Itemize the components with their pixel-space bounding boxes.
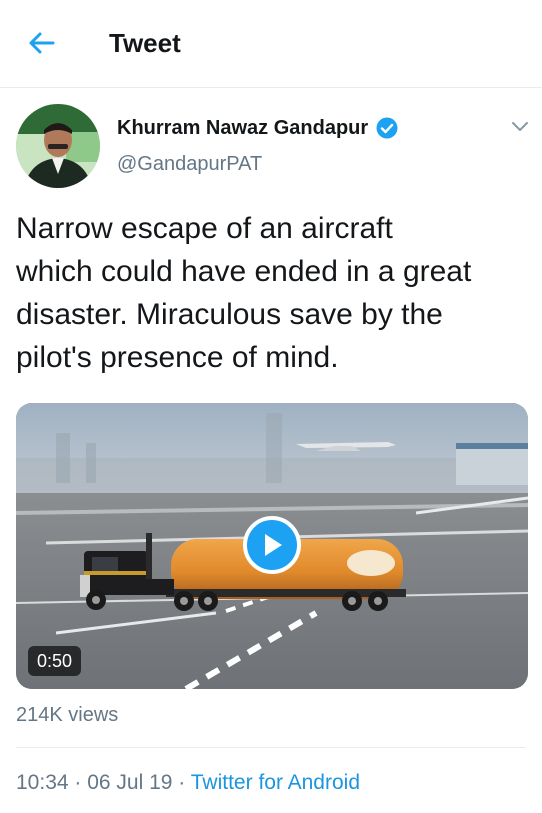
play-icon bbox=[265, 534, 282, 556]
author-avatar[interactable] bbox=[16, 104, 100, 188]
tweet-source-link[interactable]: Twitter for Android bbox=[191, 771, 360, 794]
verified-badge-icon bbox=[376, 117, 398, 139]
play-button[interactable] bbox=[243, 516, 301, 574]
page-title: Tweet bbox=[109, 28, 181, 58]
chevron-down-icon bbox=[512, 122, 528, 131]
view-count[interactable]: 214K views bbox=[16, 704, 118, 727]
meta-separator: · bbox=[172, 771, 191, 794]
author-name[interactable]: Khurram Nawaz Gandapur bbox=[117, 117, 368, 140]
meta-separator: · bbox=[68, 771, 88, 794]
tweet-date: 06 Jul 19 bbox=[87, 771, 173, 794]
video-duration-badge: 0:50 bbox=[28, 646, 82, 676]
back-button[interactable] bbox=[24, 26, 58, 60]
author-handle[interactable]: @GandapurPAT bbox=[117, 153, 262, 176]
app-header: Tweet bbox=[0, 0, 542, 88]
back-arrow-icon bbox=[29, 32, 55, 54]
divider bbox=[16, 747, 526, 748]
tweet-text: Narrow escape of an aircraft which could… bbox=[16, 212, 472, 374]
author-name-row[interactable]: Khurram Nawaz Gandapur bbox=[117, 114, 398, 142]
video-player[interactable]: 0:50 bbox=[16, 403, 528, 689]
more-options-button[interactable] bbox=[508, 117, 532, 137]
tweet-time: 10:34 bbox=[16, 771, 69, 794]
tweet-metadata: 10:34 · 06 Jul 19 · Twitter for Android bbox=[16, 771, 360, 795]
